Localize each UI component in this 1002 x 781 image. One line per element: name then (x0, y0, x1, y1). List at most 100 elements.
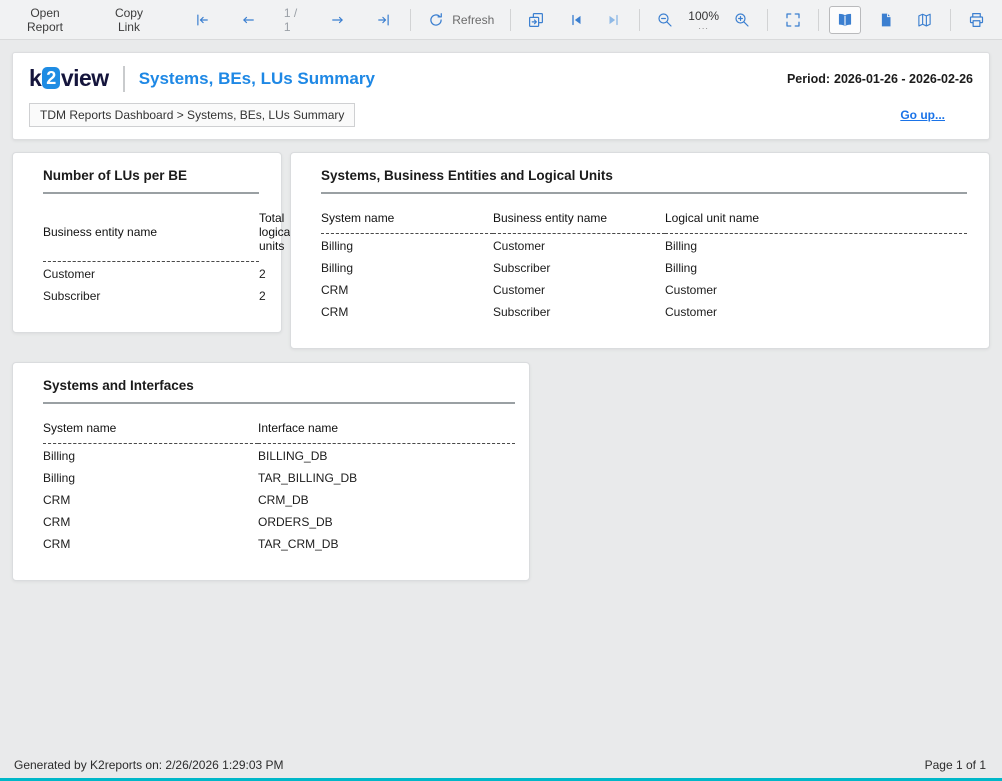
zoom-menu-ellipsis: ... (698, 22, 709, 30)
table-cell: CRM_DB (258, 488, 515, 510)
table-cell: Customer (665, 300, 967, 322)
toolbar-separator (818, 9, 819, 31)
table-cell: CRM (321, 278, 493, 300)
page-indicator: 1 / 1 (284, 6, 302, 34)
table-row: Subscriber2 (43, 284, 259, 306)
table-cell: CRM (321, 300, 493, 322)
generated-timestamp: Generated by K2reports on: 2/26/2026 1:2… (14, 758, 284, 772)
print-button[interactable] (961, 6, 992, 34)
print-icon (967, 11, 986, 29)
map-view-button[interactable] (909, 6, 940, 34)
last-page-button[interactable] (368, 6, 400, 34)
table-header-row: System nameBusiness entity nameLogical u… (321, 207, 967, 234)
table-cell: Customer (43, 262, 259, 285)
table-cell: Customer (493, 234, 665, 257)
toolbar-separator (950, 9, 951, 31)
zoom-level-dropdown[interactable]: 100% ... (688, 10, 719, 30)
card-systems-bes-lus: Systems, Business Entities and Logical U… (290, 152, 990, 349)
report-title: Systems, BEs, LUs Summary (139, 69, 375, 89)
page-view-button[interactable] (871, 6, 901, 34)
table-row: CRMCRM_DB (43, 488, 515, 510)
table-cell: Billing (321, 234, 493, 257)
table-row: CRMTAR_CRM_DB (43, 532, 515, 554)
table-row: BillingTAR_BILLING_DB (43, 466, 515, 488)
header-top-row: k2view Systems, BEs, LUs Summary Period:… (29, 65, 973, 92)
copy-link-button[interactable]: Copy Link (100, 0, 158, 40)
table-row: BillingBILLING_DB (43, 444, 515, 467)
logo-text-view: view (61, 65, 109, 91)
refresh-icon (427, 11, 445, 29)
table-cell: Subscriber (493, 300, 665, 322)
header-bottom-row: TDM Reports Dashboard > Systems, BEs, LU… (29, 103, 973, 127)
step-backward-icon (567, 11, 585, 29)
next-page-button[interactable] (322, 6, 354, 34)
table-cell: Billing (43, 466, 258, 488)
previous-page-button[interactable] (232, 6, 264, 34)
period-label: Period: (787, 72, 830, 86)
next-page-icon (328, 11, 348, 29)
table-header-row: System nameInterface name (43, 417, 515, 444)
fullscreen-button[interactable] (778, 6, 808, 34)
table-cell: Billing (665, 256, 967, 278)
table-row: BillingSubscriberBilling (321, 256, 967, 278)
table-cell: TAR_CRM_DB (258, 532, 515, 554)
table-cell: Billing (665, 234, 967, 257)
table-cell: CRM (43, 510, 258, 532)
open-in-new-window-icon (527, 11, 545, 29)
table-cell: Billing (43, 444, 258, 467)
go-up-link[interactable]: Go up... (900, 108, 945, 122)
report-footer: Generated by K2reports on: 2/26/2026 1:2… (14, 758, 986, 772)
card-title-systems-interfaces: Systems and Interfaces (43, 363, 515, 404)
logo-title-divider (123, 66, 125, 92)
table-cell: BILLING_DB (258, 444, 515, 467)
open-report-button[interactable]: Open Report (10, 0, 80, 40)
zoom-in-icon (733, 11, 751, 29)
table-cell: CRM (43, 532, 258, 554)
toolbar-separator (639, 9, 640, 31)
logo-badge-2: 2 (42, 67, 60, 89)
column-header: Interface name (258, 417, 515, 444)
table-cell: TAR_BILLING_DB (258, 466, 515, 488)
zoom-in-button[interactable] (727, 6, 757, 34)
refresh-button[interactable]: Refresh (421, 6, 500, 34)
logo-text-k: k (29, 65, 41, 91)
toolbar: Open Report Copy Link 1 / 1 Refresh 100%… (0, 0, 1002, 40)
toolbar-separator (410, 9, 411, 31)
breadcrumb: TDM Reports Dashboard > Systems, BEs, LU… (29, 103, 355, 127)
systems-interfaces-table: System nameInterface nameBillingBILLING_… (43, 417, 515, 554)
zoom-value: 100% (688, 10, 719, 22)
toolbar-separator (510, 9, 511, 31)
column-header: Business entity name (493, 207, 665, 234)
cards-row: Number of LUs per BE Business entity nam… (12, 152, 990, 349)
card-title-systems-bes-lus: Systems, Business Entities and Logical U… (321, 153, 967, 194)
map-icon (915, 11, 934, 29)
first-page-button[interactable] (186, 6, 218, 34)
refresh-label: Refresh (452, 13, 494, 27)
step-backward-button[interactable] (561, 6, 591, 34)
period-value: 2026-01-26 - 2026-02-26 (834, 72, 973, 86)
table-row: CRMSubscriberCustomer (321, 300, 967, 322)
page-number-text: Page 1 of 1 (925, 758, 986, 772)
card-lus-per-be: Number of LUs per BE Business entity nam… (12, 152, 282, 333)
k2view-logo: k2view (29, 65, 109, 92)
zoom-out-button[interactable] (650, 6, 680, 34)
table-header-row: Business entity nameTotal logical units (43, 207, 259, 262)
table-row: BillingCustomerBilling (321, 234, 967, 257)
zoom-out-icon (656, 11, 674, 29)
last-page-icon (374, 11, 394, 29)
table-cell: Customer (493, 278, 665, 300)
column-header: System name (43, 417, 258, 444)
column-header: System name (321, 207, 493, 234)
table-row: Customer2 (43, 262, 259, 285)
report-page: k2view Systems, BEs, LUs Summary Period:… (0, 40, 1002, 778)
step-forward-button[interactable] (599, 6, 629, 34)
table-cell: Billing (321, 256, 493, 278)
column-header: Business entity name (43, 207, 259, 262)
lus-per-be-table: Business entity nameTotal logical unitsC… (43, 207, 259, 306)
bookmarks-panel-button[interactable] (829, 6, 861, 34)
bookmarks-book-icon (835, 11, 855, 29)
table-cell: CRM (43, 488, 258, 510)
open-in-new-window-button[interactable] (521, 6, 551, 34)
table-cell: ORDERS_DB (258, 510, 515, 532)
step-forward-icon (605, 11, 623, 29)
